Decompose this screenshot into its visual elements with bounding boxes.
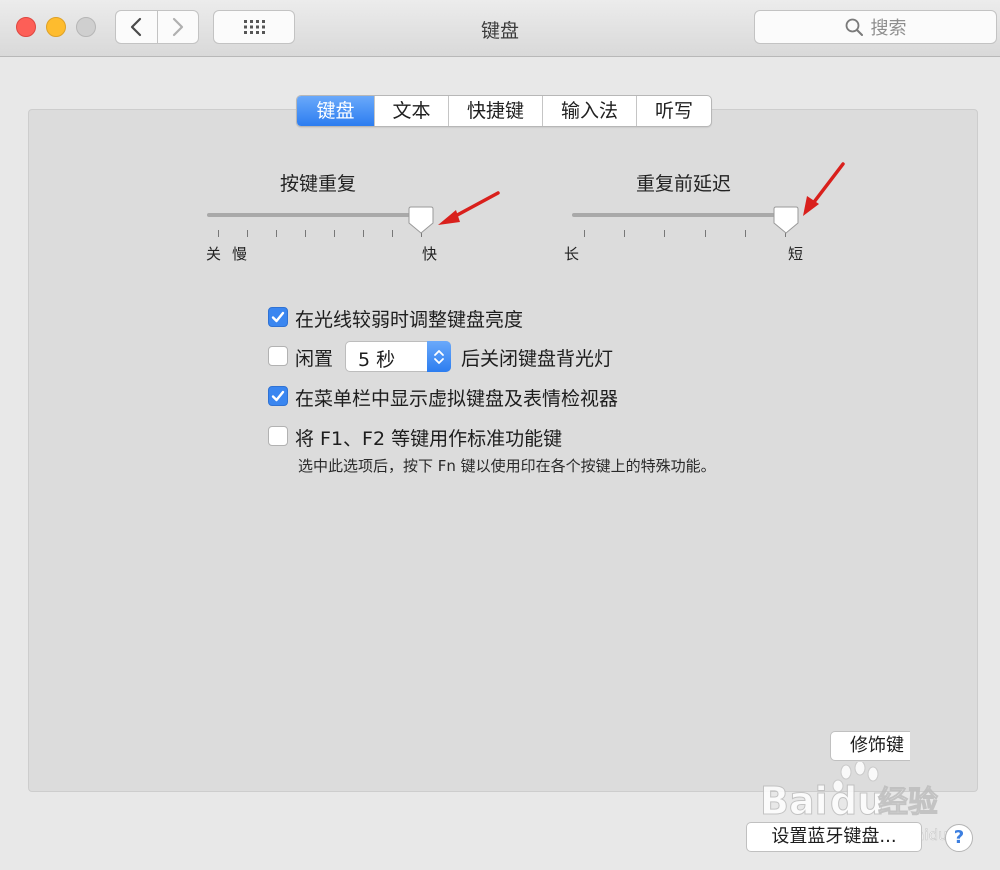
fn-keys-hint: 选中此选项后，按下 Fn 键以使用印在各个按键上的特殊功能。 <box>298 457 716 475</box>
tab-bar: 键盘 文本 快捷键 输入法 听写 <box>296 95 712 127</box>
adjust-brightness-label[interactable]: 在光线较弱时调整键盘亮度 <box>295 305 523 332</box>
tab-text[interactable]: 文本 <box>374 96 448 126</box>
slider-tick <box>363 230 364 237</box>
show-viewer-label[interactable]: 在菜单栏中显示虚拟键盘及表情检视器 <box>295 384 618 411</box>
backlight-off-label-after: 后关闭键盘背光灯 <box>461 348 614 370</box>
slider-tick <box>305 230 306 237</box>
key-repeat-label-fast: 快 <box>422 245 438 263</box>
key-repeat-label-off: 关 <box>206 245 222 263</box>
show-viewer-checkbox[interactable] <box>268 386 288 406</box>
checkmark-icon <box>271 311 285 323</box>
tab-keyboard[interactable]: 键盘 <box>297 96 374 126</box>
slider-tick <box>334 230 335 237</box>
delay-repeat-label-short: 短 <box>788 245 804 263</box>
tab-dictation[interactable]: 听写 <box>636 96 711 126</box>
backlight-off-label-before[interactable]: 闲置 <box>295 344 333 371</box>
delay-repeat-label-long: 长 <box>564 245 580 263</box>
tab-input-sources[interactable]: 输入法 <box>542 96 636 126</box>
modifier-keys-button[interactable]: 修饰键 <box>830 731 910 761</box>
key-repeat-title: 按键重复 <box>280 173 357 195</box>
slider-tick <box>392 230 393 237</box>
idle-time-value: 5 秒 <box>358 349 396 371</box>
idle-time-popup[interactable]: 5 秒 <box>345 341 451 372</box>
svg-text:Bai: Bai <box>760 779 828 823</box>
tab-shortcuts[interactable]: 快捷键 <box>448 96 542 126</box>
slider-tick <box>276 230 277 237</box>
fn-keys-label[interactable]: 将 F1、F2 等键用作标准功能键 <box>295 424 562 451</box>
backlight-off-checkbox[interactable] <box>268 346 288 366</box>
slider-tick <box>705 230 706 237</box>
checkmark-icon <box>271 390 285 402</box>
key-repeat-knob[interactable] <box>408 206 434 234</box>
annotation-arrow-icon <box>803 162 845 216</box>
slider-tick <box>624 230 625 237</box>
slider-tick <box>664 230 665 237</box>
slider-tick <box>745 230 746 237</box>
help-button[interactable]: ? <box>945 824 973 852</box>
key-repeat-track[interactable] <box>207 213 423 217</box>
annotation-arrow-icon <box>438 191 500 225</box>
delay-repeat-title: 重复前延迟 <box>636 173 732 195</box>
setup-bluetooth-keyboard-button[interactable]: 设置蓝牙键盘... <box>746 822 922 852</box>
search-placeholder: 搜索 <box>870 18 907 39</box>
fn-keys-checkbox[interactable] <box>268 426 288 446</box>
chevron-up-down-icon <box>434 349 444 364</box>
svg-text:经验: 经验 <box>878 785 938 820</box>
key-repeat-label-slow: 慢 <box>232 245 248 263</box>
search-field[interactable]: 搜索 <box>754 10 997 44</box>
slider-tick <box>584 230 585 237</box>
delay-repeat-track[interactable] <box>572 213 788 217</box>
slider-tick <box>247 230 248 237</box>
svg-text:du: du <box>830 779 884 823</box>
popup-stepper[interactable] <box>427 341 451 372</box>
title-bar: 键盘 搜索 <box>0 0 1000 57</box>
adjust-brightness-checkbox[interactable] <box>268 307 288 327</box>
search-icon <box>845 18 863 36</box>
slider-tick <box>218 230 219 237</box>
delay-repeat-knob[interactable] <box>773 206 799 234</box>
